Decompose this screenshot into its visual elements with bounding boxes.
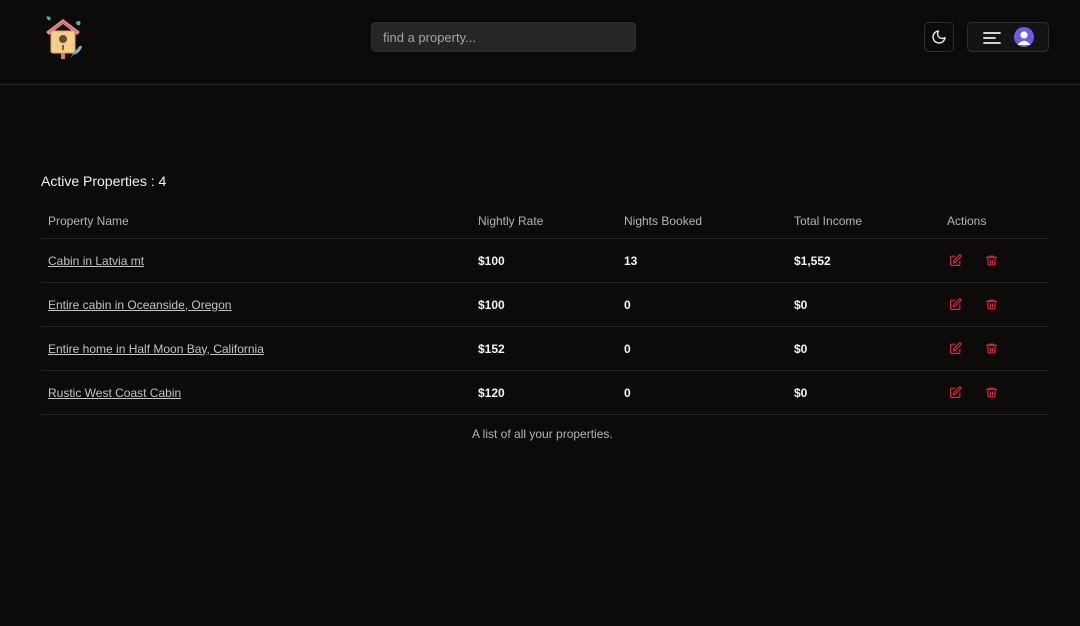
page: Active Properties : 4 Property Name Nigh… xyxy=(0,0,1080,626)
total-income-cell: $1,552 xyxy=(787,238,940,283)
edit-icon[interactable] xyxy=(947,341,963,357)
nights-booked-cell: 13 xyxy=(617,238,787,283)
column-header-property-name: Property Name xyxy=(41,203,471,239)
row-actions xyxy=(947,341,1048,357)
table-caption: A list of all your properties. xyxy=(472,427,613,441)
column-header-nights-booked: Nights Booked xyxy=(617,203,787,239)
active-properties-heading: Active Properties : 4 xyxy=(41,173,167,189)
total-income-cell: $0 xyxy=(787,370,940,415)
row-actions xyxy=(947,297,1048,313)
birdhouse-logo-icon[interactable] xyxy=(42,14,84,60)
nights-booked-cell: 0 xyxy=(617,326,787,371)
trash-icon[interactable] xyxy=(983,385,999,401)
property-link[interactable]: Cabin in Latvia mt xyxy=(48,254,144,268)
edit-icon[interactable] xyxy=(947,385,963,401)
theme-toggle-button[interactable] xyxy=(924,22,954,52)
nightly-rate-cell: $100 xyxy=(471,238,617,283)
table-header-row: Property Name Nightly Rate Nights Booked… xyxy=(41,203,1048,239)
row-actions xyxy=(947,253,1048,269)
properties-table: Property Name Nightly Rate Nights Booked… xyxy=(41,203,1048,415)
nights-booked-cell: 0 xyxy=(617,282,787,327)
total-income-cell: $0 xyxy=(787,282,940,327)
table-row: Entire cabin in Oceanside, Oregon $100 0… xyxy=(41,282,1048,327)
nights-booked-cell: 0 xyxy=(617,370,787,415)
nightly-rate-cell: $120 xyxy=(471,370,617,415)
table-row: Entire home in Half Moon Bay, California… xyxy=(41,326,1048,371)
row-actions xyxy=(947,385,1048,401)
user-avatar-icon xyxy=(1014,27,1034,47)
moon-icon xyxy=(931,29,947,45)
trash-icon[interactable] xyxy=(983,297,999,313)
column-header-nightly-rate: Nightly Rate xyxy=(471,203,617,239)
edit-icon[interactable] xyxy=(947,253,963,269)
column-header-total-income: Total Income xyxy=(787,203,940,239)
search-input[interactable] xyxy=(371,22,636,52)
nightly-rate-cell: $100 xyxy=(471,282,617,327)
property-link[interactable]: Rustic West Coast Cabin xyxy=(48,386,181,400)
user-menu-button[interactable] xyxy=(967,22,1049,52)
table-row: Cabin in Latvia mt $100 13 $1,552 xyxy=(41,238,1048,283)
property-link[interactable]: Entire home in Half Moon Bay, California xyxy=(48,342,264,356)
trash-icon[interactable] xyxy=(983,341,999,357)
top-navbar xyxy=(0,0,1080,85)
property-link[interactable]: Entire cabin in Oceanside, Oregon xyxy=(48,298,231,312)
hamburger-menu-icon xyxy=(983,30,1001,51)
nightly-rate-cell: $152 xyxy=(471,326,617,371)
column-header-actions: Actions xyxy=(940,203,1048,239)
trash-icon[interactable] xyxy=(983,253,999,269)
total-income-cell: $0 xyxy=(787,326,940,371)
edit-icon[interactable] xyxy=(947,297,963,313)
table-row: Rustic West Coast Cabin $120 0 $0 xyxy=(41,370,1048,415)
